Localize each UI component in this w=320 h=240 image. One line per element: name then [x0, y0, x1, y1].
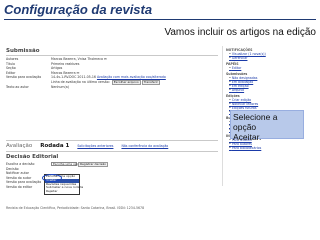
tab-rodada-1[interactable]: Rodada 1 [40, 143, 69, 149]
previous-requests-link[interactable]: Solicitações anteriores [77, 144, 113, 148]
submission-rows: Autores Marcos Bezerra, Vnisa Tholmeca ✉ … [6, 57, 218, 89]
review-link[interactable]: Avaliação com mais avaliação coo/alterad… [97, 75, 166, 79]
aceitar-highlight-ring [42, 174, 62, 182]
instruction-callout: Selecione a opção Aceitar. [230, 110, 304, 142]
divider [6, 151, 218, 152]
divider [6, 55, 218, 56]
slide-subtitle: Vamos incluir os artigos na edição [164, 27, 316, 38]
divider [6, 140, 218, 141]
decision-section-title: Decisão Editorial [6, 154, 59, 160]
review-conference-link[interactable]: Nãs conferência da avaliação [121, 144, 168, 148]
page-footer: Revista de Educação Científica, Periodic… [6, 206, 145, 210]
table-row: Versão do editorNenhum(a) [6, 184, 69, 189]
sidebar-item[interactable]: Arquivo [226, 88, 314, 92]
slide-title: Configuração da revista [4, 2, 153, 17]
callout-line-2: Aceitar. [233, 132, 262, 142]
sidebar-item[interactable]: Para bibliotecários [226, 146, 314, 150]
submission-section-title: Submissão [6, 48, 40, 54]
dropdown-option[interactable]: Rejeitar [45, 189, 79, 194]
sidebar-item[interactable]: Gerenciar [226, 56, 314, 60]
tab-avaliacao[interactable]: Avaliação [6, 143, 32, 149]
decision-select[interactable]: Escolha uma opção [51, 162, 82, 166]
sidebar-item[interactable]: Editor [226, 66, 314, 70]
review-tabs: Avaliação Rodada 1 Solicitações anterior… [6, 143, 168, 149]
title-divider [4, 19, 316, 20]
callout-line-1: Selecione a opção [233, 112, 278, 132]
decision-rows: Escolha a decisão Escolha uma opçãoRegist… [6, 162, 218, 190]
table-row: Texto ao autor Nenhum(a) [6, 84, 69, 89]
